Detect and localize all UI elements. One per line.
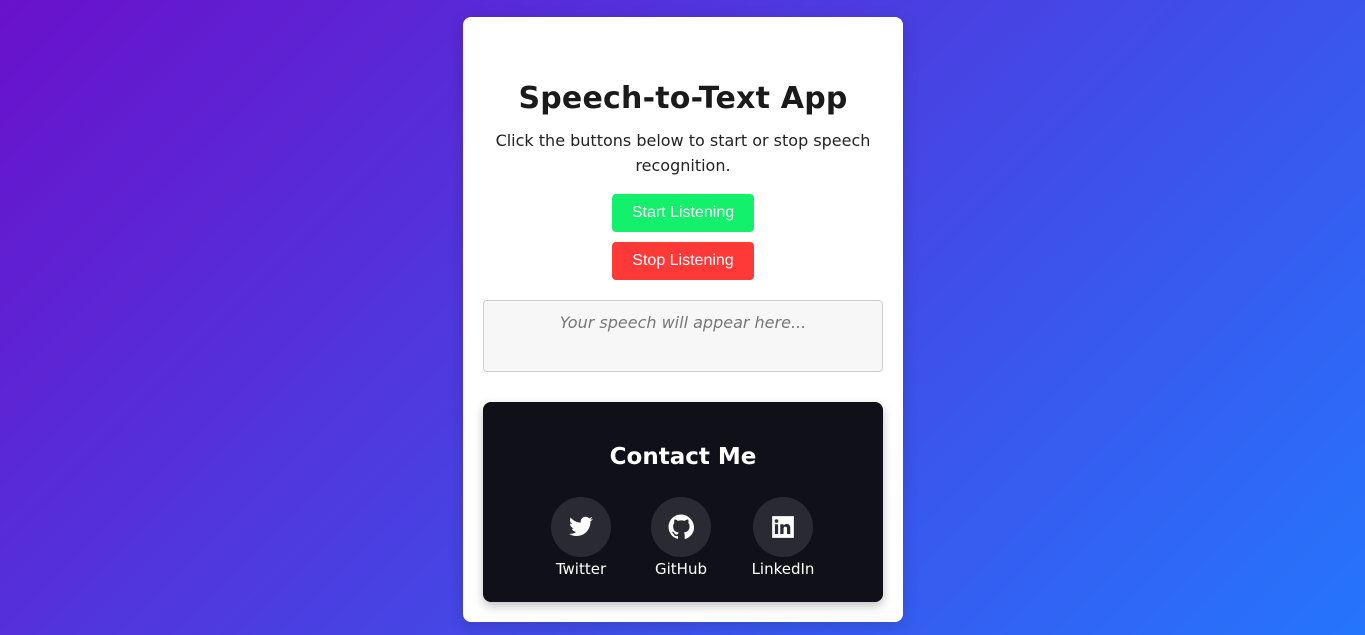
speech-output-box[interactable]: Your speech will appear here... bbox=[483, 300, 883, 372]
linkedin-icon bbox=[772, 516, 794, 538]
contact-section: Contact Me Twitter GitHub LinkedIn bbox=[483, 402, 883, 602]
github-link[interactable]: GitHub bbox=[641, 497, 721, 579]
linkedin-link[interactable]: LinkedIn bbox=[743, 497, 823, 579]
twitter-label: Twitter bbox=[555, 560, 607, 578]
stop-listening-button[interactable]: Stop Listening bbox=[612, 242, 754, 280]
linkedin-label: LinkedIn bbox=[751, 560, 815, 578]
github-icon bbox=[668, 514, 694, 539]
twitter-icon-circle bbox=[551, 497, 611, 557]
github-label: GitHub bbox=[655, 560, 707, 578]
contact-title: Contact Me bbox=[609, 444, 757, 470]
speech-output-placeholder: Your speech will appear here... bbox=[559, 313, 807, 332]
start-listening-button[interactable]: Start Listening bbox=[612, 194, 754, 232]
github-icon-circle bbox=[651, 497, 711, 557]
app-card: Speech-to-Text App Click the buttons bel… bbox=[463, 17, 903, 622]
instructions-text: Click the buttons below to start or stop… bbox=[495, 131, 871, 175]
twitter-link[interactable]: Twitter bbox=[541, 497, 621, 579]
page-title: Speech-to-Text App bbox=[518, 81, 848, 116]
twitter-icon bbox=[569, 516, 593, 536]
linkedin-icon-circle bbox=[753, 497, 813, 557]
